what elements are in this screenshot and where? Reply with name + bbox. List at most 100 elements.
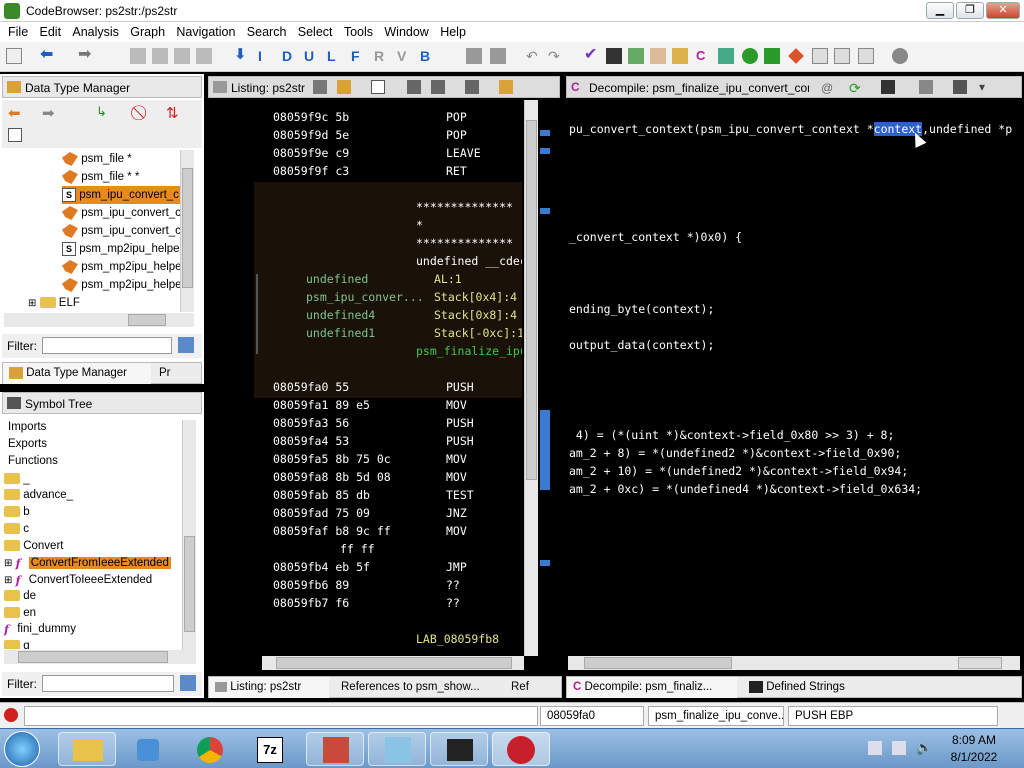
listing-vscrollbar[interactable] <box>524 100 538 656</box>
menu-edit[interactable]: Edit <box>40 22 62 39</box>
decompile-line-1[interactable]: pu_convert_context(psm_ipu_convert_conte… <box>569 122 1012 136</box>
listing-row[interactable]: 08059f9f c3 <box>273 164 349 178</box>
cursor-icon[interactable] <box>371 80 385 94</box>
script-icon[interactable] <box>764 48 780 64</box>
nav-f-icon[interactable]: F <box>351 48 367 64</box>
nav-d-icon[interactable]: D <box>282 48 298 64</box>
symtree-item-selected[interactable]: ⊞ f ConvertFromIeeeExtended <box>4 554 180 572</box>
dtm-filter-input[interactable] <box>42 337 172 354</box>
close-button[interactable]: ✕ <box>986 2 1020 19</box>
code-row[interactable]: 08059fb7 f6 <box>273 596 349 610</box>
taskbar-chrome[interactable] <box>180 732 238 766</box>
filter-options-icon[interactable] <box>180 675 196 691</box>
collapse-all-icon[interactable] <box>8 128 22 142</box>
symtree-vscrollbar[interactable] <box>182 420 196 650</box>
dtm-vscrollbar[interactable] <box>180 150 194 312</box>
undo-icon[interactable]: ↶ <box>526 48 542 64</box>
back-icon[interactable]: ⬅ <box>8 104 21 122</box>
dtm-item[interactable]: psm_ipu_convert_c <box>62 222 181 240</box>
strings-icon[interactable] <box>858 48 874 64</box>
menu-navigation[interactable]: Navigation <box>176 22 235 39</box>
checkmark-icon[interactable]: ✔ <box>584 47 600 64</box>
forward-icon[interactable]: ➡ <box>42 104 55 122</box>
menu-file[interactable]: File <box>8 22 28 39</box>
maximize-button[interactable]: ❐ <box>956 2 984 19</box>
taskbar-explorer[interactable] <box>58 732 116 766</box>
taskbar-7zip[interactable]: 7z <box>240 732 298 766</box>
filter-options-icon[interactable] <box>178 337 194 353</box>
expand-toggle-icon[interactable]: ⊞ <box>4 558 12 569</box>
filter-arrows-icon[interactable]: ⇅ <box>166 104 179 122</box>
dtm-item[interactable]: psm_file * <box>62 150 132 168</box>
registers-icon[interactable] <box>834 48 850 64</box>
symtree-item[interactable]: Convert <box>4 537 63 555</box>
decompile-hscroll-thumb-2[interactable] <box>958 657 1002 669</box>
dtm-vscroll-thumb[interactable] <box>182 168 193 288</box>
taskbar-media-player[interactable] <box>118 732 176 766</box>
symtree-item[interactable]: c <box>4 520 29 538</box>
taskbar-terminal[interactable] <box>430 732 488 766</box>
decompile-line-6[interactable]: am_2 + 8) = *(undefined2 *)&context->fie… <box>569 446 901 460</box>
listing-row[interactable]: 08059f9c 5b <box>273 110 349 124</box>
snapshot-icon[interactable] <box>953 80 967 94</box>
diff-icon[interactable] <box>431 80 445 94</box>
snapshot-icon[interactable] <box>465 80 479 94</box>
edit-signature-icon[interactable] <box>919 80 933 94</box>
memory-icon[interactable] <box>606 48 622 64</box>
symtree-item[interactable]: Exports <box>8 435 47 453</box>
listing-vscroll-thumb[interactable] <box>526 120 537 480</box>
taskbar-ghidra[interactable] <box>492 732 550 766</box>
decompile-line-4[interactable]: output_data(context); <box>569 338 714 352</box>
code-label[interactable]: LAB_08059fb8 <box>416 632 499 646</box>
taskbar-notes[interactable] <box>368 732 426 766</box>
run-icon[interactable] <box>742 48 758 64</box>
symtree-hscrollbar[interactable] <box>4 650 196 664</box>
start-button[interactable] <box>4 731 40 767</box>
clock-time[interactable]: 8:09 AM <box>944 733 1004 747</box>
bytes-icon[interactable] <box>628 48 644 64</box>
code-row[interactable]: 08059fa0 55 <box>273 380 349 394</box>
copy-icon[interactable] <box>313 80 327 94</box>
code-row[interactable]: 08059fa4 53 <box>273 434 349 448</box>
dtm-hscrollbar[interactable] <box>4 313 194 327</box>
error-status-icon[interactable] <box>4 708 18 722</box>
refresh-icon[interactable]: ⟳ <box>849 80 861 97</box>
dtm-item[interactable]: S psm_mp2ipu_helpe <box>62 240 180 258</box>
menu-analysis[interactable]: Analysis <box>72 22 119 39</box>
dtm-item[interactable]: psm_ipu_convert_c <box>62 204 181 222</box>
nav-u-icon[interactable]: U <box>304 48 320 64</box>
flag-tray-icon[interactable] <box>892 741 906 755</box>
symtree-item[interactable]: g <box>4 637 30 649</box>
symtree-filter-input[interactable] <box>42 675 174 692</box>
dtm-item[interactable]: psm_mp2ipu_helpe <box>62 258 182 276</box>
code-row[interactable]: 08059fad 75 09 <box>273 506 370 520</box>
code-row[interactable]: 08059fab 85 db <box>273 488 370 502</box>
symtree-item[interactable]: b <box>4 503 30 521</box>
redo-icon[interactable]: ↷ <box>548 48 564 64</box>
symtree-vscroll-thumb[interactable] <box>184 536 195 632</box>
tab-decompile[interactable]: C Decompile: psm_finaliz... <box>567 677 737 698</box>
dropdown-icon[interactable]: ▾ <box>979 80 985 94</box>
tab-defined-strings[interactable]: Defined Strings <box>743 677 883 698</box>
symtree-item[interactable]: Functions <box>8 452 58 470</box>
network-tray-icon[interactable] <box>868 741 882 755</box>
nav-l-icon[interactable]: L <box>327 48 343 64</box>
listing-hscrollbar[interactable] <box>262 656 524 670</box>
dtm-hscroll-thumb[interactable] <box>128 314 166 326</box>
listing-hscroll-thumb[interactable] <box>276 657 512 669</box>
menu-search[interactable]: Search <box>247 22 287 39</box>
taskbar-app[interactable] <box>306 732 364 766</box>
tab-references[interactable]: References to psm_show... <box>335 677 503 698</box>
code-row[interactable]: 08059fa3 56 <box>273 416 349 430</box>
code-row[interactable]: 08059fa5 8b 75 0c <box>273 452 391 466</box>
bookmark-icon[interactable] <box>788 48 804 64</box>
symtree-item[interactable]: Imports <box>8 418 46 436</box>
program-tree-icon[interactable] <box>650 48 666 64</box>
symtree-item[interactable]: de <box>4 587 36 605</box>
tool-icon-1[interactable] <box>466 48 482 64</box>
decompile-hscroll-thumb[interactable] <box>584 657 732 669</box>
tab-data-type-manager[interactable]: Data Type Manager <box>3 363 151 384</box>
symtree-item[interactable]: f fini_dummy <box>4 620 76 638</box>
nav-icon-1[interactable] <box>130 48 146 64</box>
expand-icon[interactable]: ↳ <box>96 104 107 120</box>
